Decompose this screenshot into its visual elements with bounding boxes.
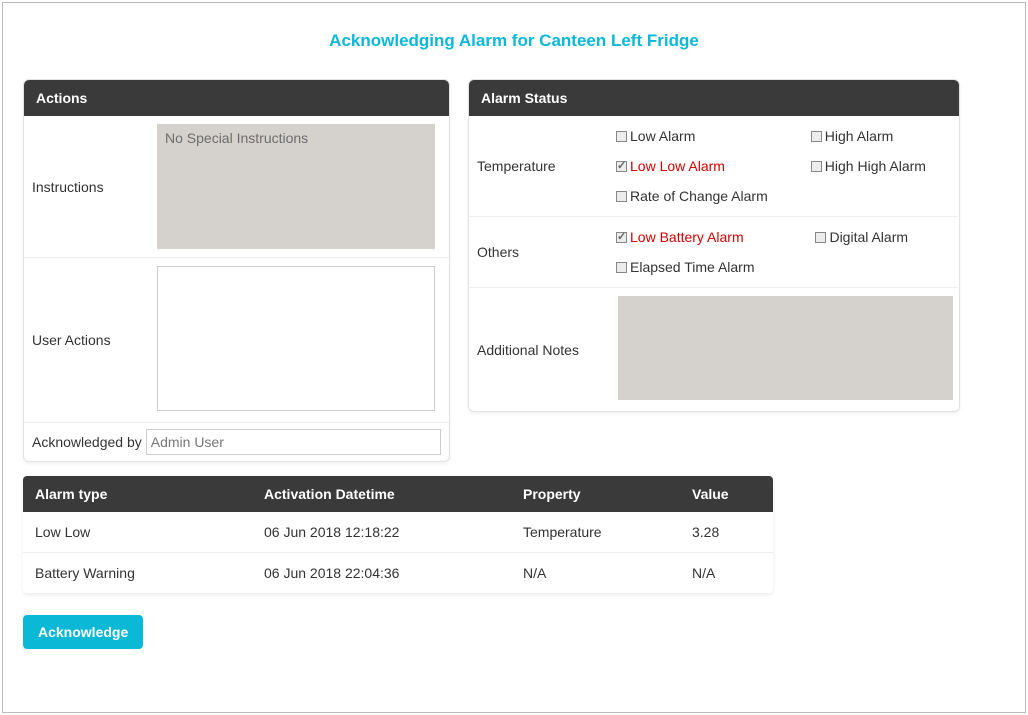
checkbox-icon <box>811 131 822 142</box>
temperature-alarm-check-2[interactable]: Low Low Alarm <box>616 158 795 174</box>
cell-datetime: 06 Jun 2018 22:04:36 <box>252 553 511 594</box>
cell-type: Battery Warning <box>23 553 252 594</box>
th-alarm-type: Alarm type <box>23 476 252 512</box>
user-actions-label: User Actions <box>24 258 155 422</box>
check-label: Rate of Change Alarm <box>630 188 768 204</box>
checkbox-icon <box>811 161 822 172</box>
temperature-alarms-group: Low Alarm High Alarm Low Low Alarm High Hig… <box>610 116 959 216</box>
user-actions-textarea[interactable] <box>157 266 435 411</box>
additional-notes-label: Additional Notes <box>469 288 610 411</box>
page-title: Acknowledging Alarm for Canteen Left Fri… <box>23 31 1005 51</box>
temperature-alarm-check-0[interactable]: Low Alarm <box>616 128 795 144</box>
actions-panel: Actions Instructions No Special Instruct… <box>23 79 450 462</box>
checkbox-icon <box>616 161 627 172</box>
check-label: High High Alarm <box>825 158 926 174</box>
check-label: Low Battery Alarm <box>630 229 744 245</box>
check-label: Low Low Alarm <box>630 158 725 174</box>
check-label: Elapsed Time Alarm <box>630 259 755 275</box>
cell-value: N/A <box>680 553 773 594</box>
checkbox-icon <box>616 191 627 202</box>
table-row: Low Low06 Jun 2018 12:18:22Temperature3.… <box>23 512 773 553</box>
checkbox-icon <box>616 262 627 273</box>
checkbox-icon <box>616 232 627 243</box>
instructions-label: Instructions <box>24 116 155 257</box>
alarm-status-header: Alarm Status <box>469 80 959 116</box>
other-alarm-check-1[interactable]: Digital Alarm <box>815 229 953 245</box>
th-activation-datetime: Activation Datetime <box>252 476 511 512</box>
acknowledged-by-label: Acknowledged by <box>32 434 142 450</box>
alarm-table: Alarm type Activation Datetime Property … <box>23 476 773 593</box>
additional-notes-textarea[interactable] <box>618 296 953 400</box>
other-alarm-check-2[interactable]: Elapsed Time Alarm <box>616 259 799 275</box>
cell-property: N/A <box>511 553 680 594</box>
others-label: Others <box>469 217 610 287</box>
acknowledge-button[interactable]: Acknowledge <box>23 615 143 649</box>
cell-value: 3.28 <box>680 512 773 553</box>
temperature-alarm-check-4[interactable]: Rate of Change Alarm <box>616 188 795 204</box>
temperature-alarm-check-1[interactable]: High Alarm <box>811 128 953 144</box>
cell-property: Temperature <box>511 512 680 553</box>
other-alarm-check-0[interactable]: Low Battery Alarm <box>616 229 799 245</box>
checkbox-icon <box>815 232 826 243</box>
check-label: Digital Alarm <box>829 229 908 245</box>
temperature-alarm-check-3[interactable]: High High Alarm <box>811 158 953 174</box>
checkbox-icon <box>616 131 627 142</box>
actions-panel-header: Actions <box>24 80 449 116</box>
check-label: Low Alarm <box>630 128 695 144</box>
other-alarms-group: Low Battery Alarm Digital Alarm Elapsed Ti… <box>610 217 959 287</box>
table-row: Battery Warning06 Jun 2018 22:04:36N/AN/… <box>23 553 773 594</box>
check-label: High Alarm <box>825 128 893 144</box>
cell-type: Low Low <box>23 512 252 553</box>
cell-datetime: 06 Jun 2018 12:18:22 <box>252 512 511 553</box>
th-value: Value <box>680 476 773 512</box>
temperature-label: Temperature <box>469 116 610 216</box>
instructions-box: No Special Instructions <box>157 124 435 249</box>
alarm-status-panel: Alarm Status Temperature Low Alarm High A… <box>468 79 960 412</box>
th-property: Property <box>511 476 680 512</box>
acknowledged-by-input[interactable] <box>146 429 441 455</box>
